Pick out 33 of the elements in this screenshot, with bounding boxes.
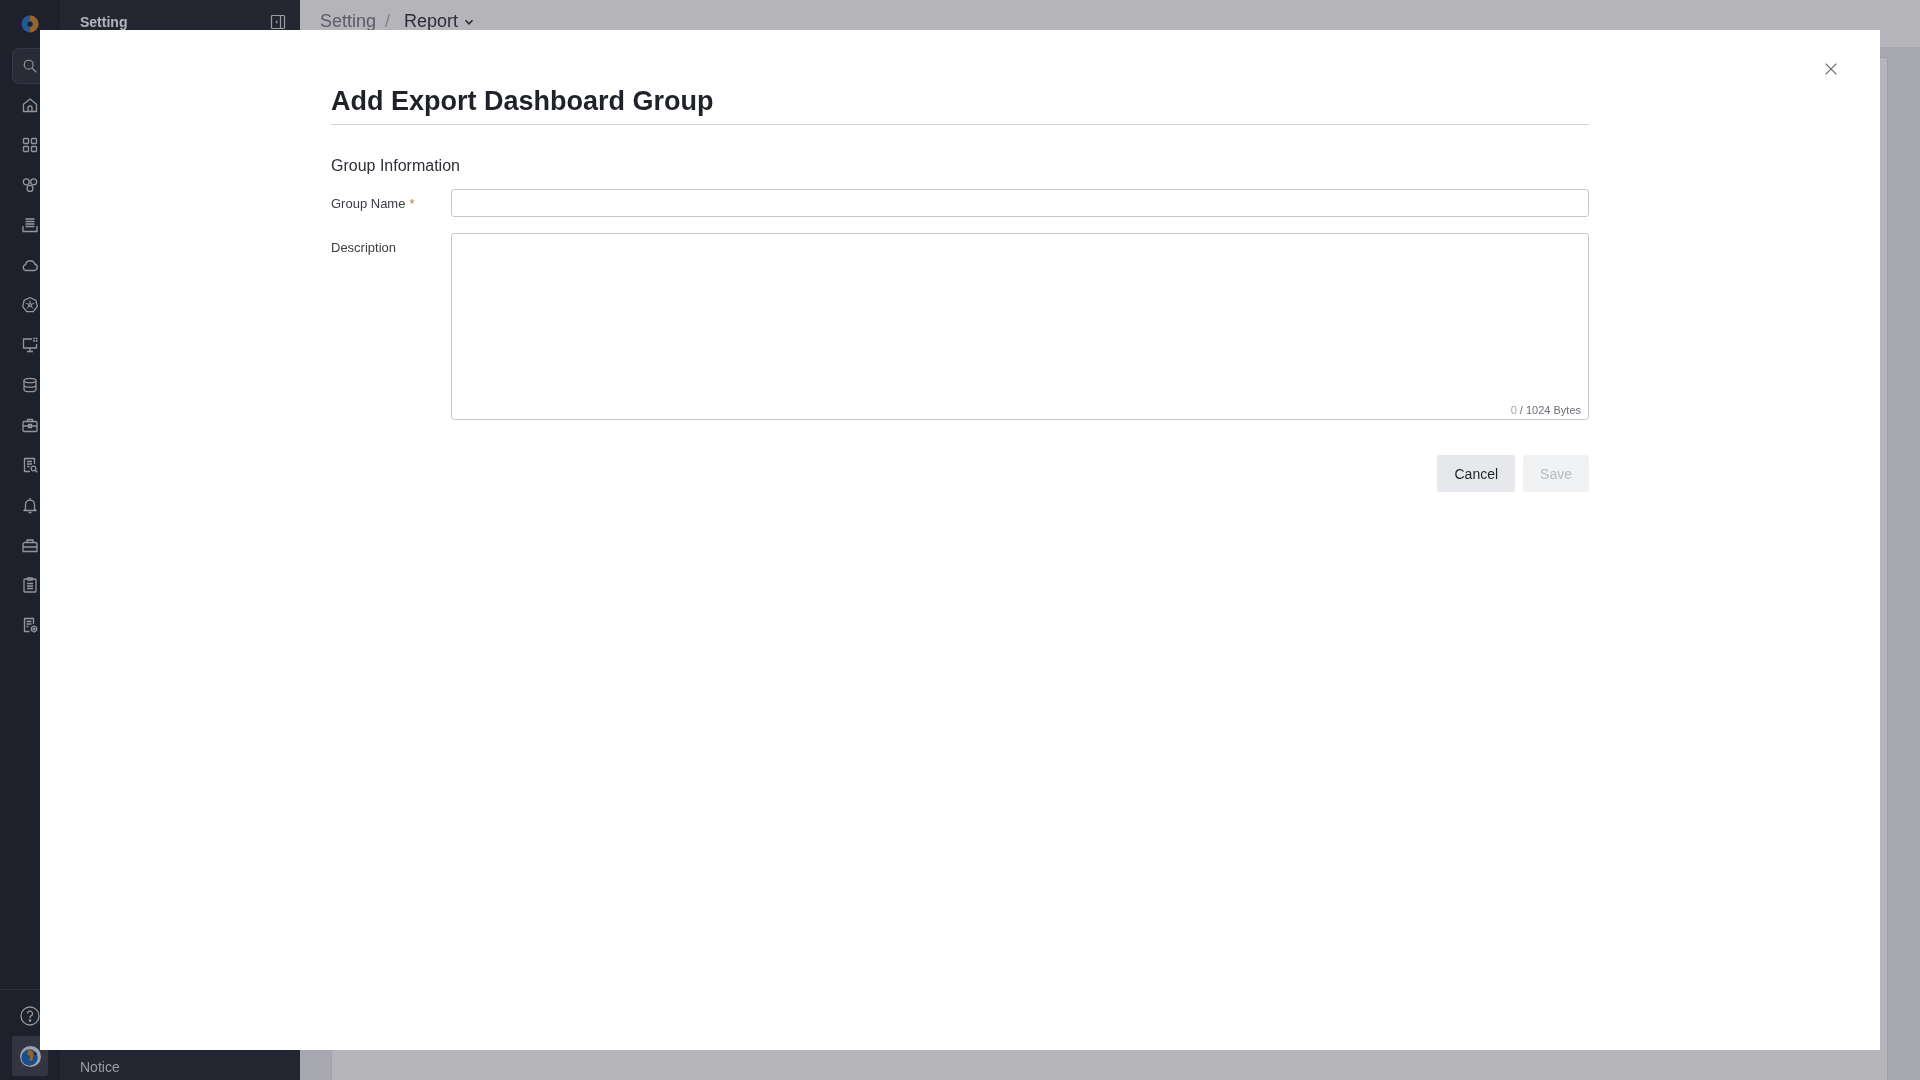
grid-icon[interactable] [21, 136, 39, 154]
breadcrumb-link[interactable]: Setting [320, 12, 377, 31]
avatar-icon[interactable] [19, 1045, 41, 1067]
avatar-button[interactable] [12, 1036, 48, 1076]
toolbox-icon[interactable] [21, 536, 39, 554]
sidebar-title: Setting [80, 14, 128, 30]
close-icon[interactable] [1825, 63, 1837, 75]
document-hexagon-icon[interactable] [21, 616, 39, 634]
document-search-icon[interactable] [21, 456, 39, 474]
circles-icon[interactable] [21, 176, 39, 194]
text-input-field[interactable] [451, 189, 1589, 217]
text-area-field[interactable] [451, 233, 1589, 420]
breadcrumb-separator: / [385, 12, 391, 31]
required-asterisk: * [409, 195, 415, 211]
character-counter: 0 / 1024 Bytes [1510, 403, 1581, 417]
dialog-title: Add Export Dashboard Group [331, 84, 1589, 125]
field-label: Group Name [331, 195, 406, 211]
dialog-button[interactable]: Cancel [1437, 455, 1516, 492]
home-icon[interactable] [21, 96, 39, 114]
panel-collapse-icon[interactable] [270, 14, 286, 30]
logo-icon [21, 15, 39, 33]
wheel-icon[interactable] [21, 296, 39, 314]
database-icon[interactable] [21, 376, 39, 394]
briefcase-icon[interactable] [21, 416, 39, 434]
section-title: Group Information [331, 156, 461, 176]
monitor-icon[interactable] [21, 336, 39, 354]
sidebar-item[interactable]: Notice [80, 1059, 120, 1075]
stack-icon[interactable] [21, 216, 39, 234]
bell-icon[interactable] [21, 496, 39, 514]
field-label: Description [331, 239, 397, 255]
clipboard-icon[interactable] [21, 576, 39, 594]
help-icon[interactable] [20, 1006, 40, 1026]
search-icon[interactable] [22, 58, 38, 74]
